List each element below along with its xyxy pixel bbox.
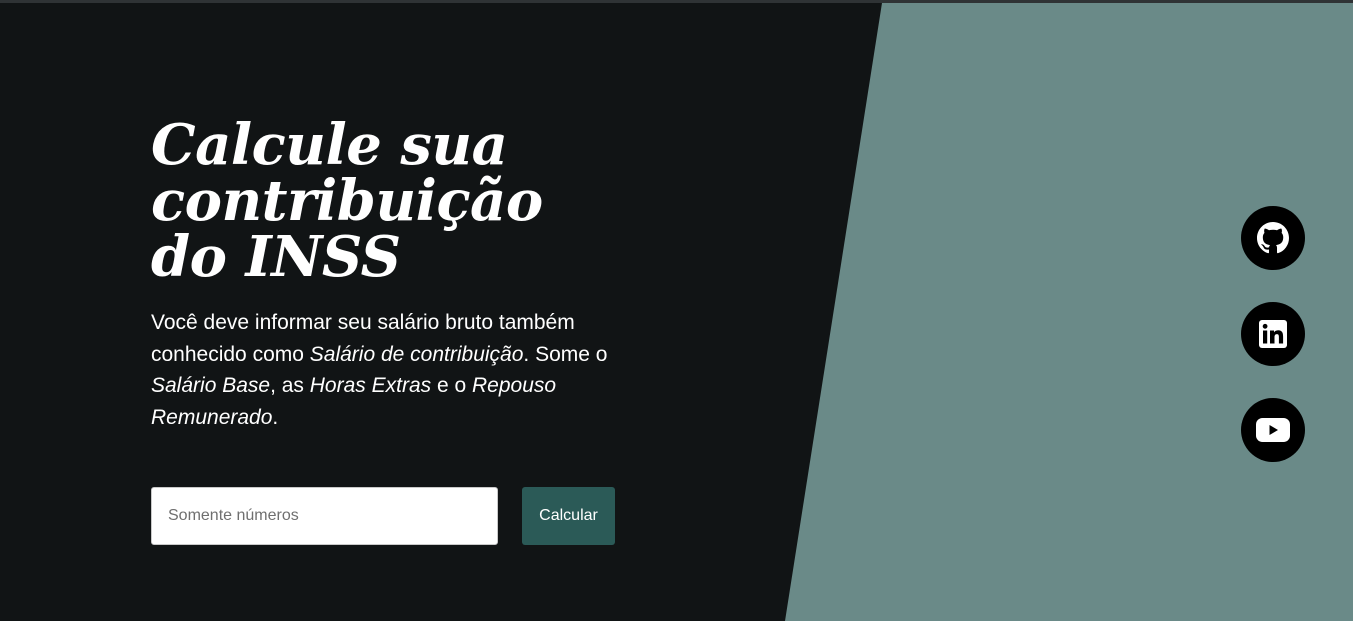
desc-text-2: . Some o	[523, 342, 608, 366]
desc-term-salario-contribuicao: Salário de contribuição	[309, 342, 524, 366]
github-link[interactable]	[1241, 206, 1305, 270]
github-icon	[1257, 222, 1289, 254]
desc-term-horas-extras: Horas Extras	[309, 374, 432, 397]
page-title: Calcule sua contribuição do INSS	[151, 112, 543, 290]
desc-text-4: e o	[431, 374, 473, 397]
salary-input[interactable]	[151, 487, 498, 545]
youtube-link[interactable]	[1241, 398, 1305, 462]
salary-form: Calcular	[151, 487, 615, 545]
social-links	[1241, 206, 1305, 462]
page: Calcule sua contribuição do INSS Você de…	[0, 0, 1353, 621]
desc-term-salario-base: Salário Base	[151, 374, 271, 397]
linkedin-icon	[1259, 320, 1287, 348]
hero-description: Você deve informar seu salário bruto tam…	[151, 307, 631, 433]
calculate-button[interactable]: Calcular	[522, 487, 615, 545]
desc-text-3: , as	[270, 374, 310, 397]
desc-text-5: .	[272, 405, 279, 429]
hero-content: Calcule sua contribuição do INSS Você de…	[151, 117, 631, 433]
linkedin-link[interactable]	[1241, 302, 1305, 366]
youtube-icon	[1256, 418, 1290, 442]
